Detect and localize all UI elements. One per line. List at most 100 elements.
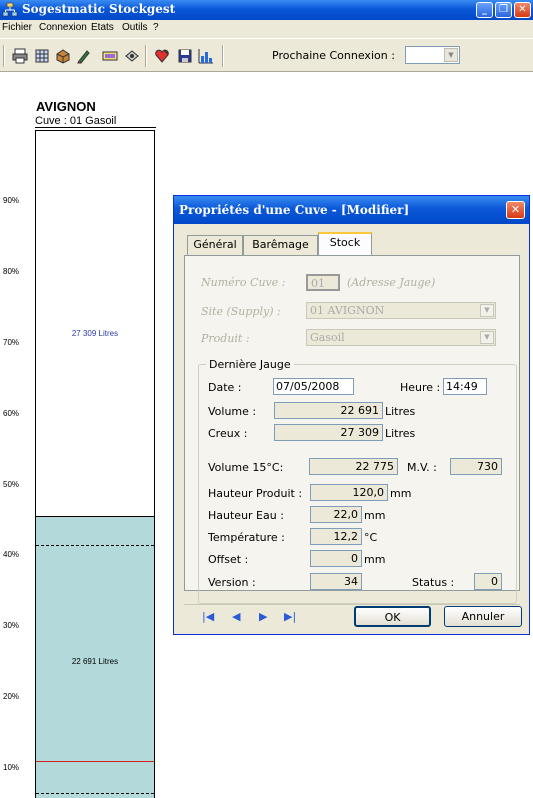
site-supply-label: Site (Supply) : bbox=[201, 305, 281, 318]
dialog-titlebar: Propriétés d'une Cuve - [Modifier] ✕ bbox=[174, 196, 529, 224]
status-field: 0 bbox=[474, 573, 502, 590]
creux-field: 27 309 bbox=[274, 424, 383, 441]
next-record-button[interactable]: ▶ bbox=[259, 610, 267, 623]
disk-icon[interactable] bbox=[124, 48, 140, 64]
creux-unit: Litres bbox=[385, 427, 416, 440]
chevron-down-icon[interactable]: ▼ bbox=[444, 48, 458, 62]
derniere-jauge-title: Dernière Jauge bbox=[206, 358, 294, 371]
status-label: Status : bbox=[412, 576, 455, 589]
version-label: Version : bbox=[208, 576, 256, 589]
temperature-label: Température : bbox=[208, 531, 285, 544]
previous-record-button[interactable]: ◀ bbox=[232, 610, 240, 623]
tank-subtitle: Cuve : 01 Gasoil bbox=[35, 115, 117, 127]
divider bbox=[184, 604, 520, 605]
toolbar-separator bbox=[145, 45, 147, 67]
volume-15c-label: Volume 15°C: bbox=[208, 461, 284, 474]
dialog-close-button[interactable]: ✕ bbox=[506, 201, 525, 219]
menu-outils[interactable]: Outils bbox=[122, 22, 148, 33]
version-field: 34 bbox=[310, 573, 362, 590]
close-button[interactable]: ✕ bbox=[514, 2, 531, 18]
volume-label: Volume : bbox=[208, 405, 257, 418]
tank-gauge bbox=[35, 130, 155, 798]
app-network-icon bbox=[2, 2, 18, 17]
produit-value: Gasoil bbox=[310, 331, 345, 344]
tank-properties-dialog: Propriétés d'une Cuve - [Modifier] ✕ Gén… bbox=[173, 195, 530, 635]
threshold-line bbox=[36, 545, 154, 546]
maximize-button[interactable]: ❐ bbox=[495, 2, 512, 18]
volume-15c-field: 22 775 bbox=[309, 458, 398, 475]
offset-label: Offset : bbox=[208, 553, 249, 566]
window-titlebar: Sogestmatic Stockgest _ ❐ ✕ bbox=[0, 0, 533, 20]
toolbar: Prochaine Connexion : ▼ bbox=[0, 38, 533, 72]
hauteur-eau-field: 22,0 bbox=[310, 506, 362, 523]
next-connection-label: Prochaine Connexion : bbox=[272, 49, 395, 62]
numero-cuve-label: Numéro Cuve : bbox=[201, 276, 286, 289]
pen-icon[interactable] bbox=[76, 48, 92, 64]
print-icon[interactable] bbox=[12, 48, 28, 64]
mv-label: M.V. : bbox=[407, 461, 437, 474]
heure-field[interactable]: 14:49 bbox=[443, 378, 487, 395]
last-record-button[interactable]: ▶| bbox=[284, 610, 296, 623]
tab-general[interactable]: Général bbox=[187, 235, 243, 255]
tank-tick-label: 70% bbox=[3, 337, 20, 347]
cancel-button[interactable]: Annuler bbox=[444, 606, 522, 627]
dialog-title: Propriétés d'une Cuve - [Modifier] bbox=[179, 203, 410, 217]
tank-tick-label: 80% bbox=[3, 266, 20, 276]
creux-label: Creux : bbox=[208, 427, 248, 440]
date-label: Date : bbox=[208, 381, 242, 394]
low-level-line bbox=[36, 761, 154, 762]
offset-field: 0 bbox=[310, 550, 362, 567]
volume-field: 22 691 bbox=[274, 402, 383, 419]
chart-icon[interactable] bbox=[198, 48, 214, 64]
tank-tick-label: 30% bbox=[3, 621, 20, 631]
mv-field: 730 bbox=[450, 458, 502, 475]
hauteur-produit-unit: mm bbox=[390, 487, 412, 500]
tank-tick-label: 50% bbox=[3, 479, 20, 489]
volume-unit: Litres bbox=[385, 405, 416, 418]
chevron-down-icon[interactable]: ▼ bbox=[480, 304, 494, 317]
threshold-line bbox=[36, 793, 154, 794]
tab-stock[interactable]: Stock bbox=[318, 232, 372, 255]
site-name: AVIGNON bbox=[36, 99, 96, 114]
tank-icon[interactable] bbox=[55, 48, 71, 64]
menu-connexion[interactable]: Connexion bbox=[39, 22, 87, 33]
tank-tick-label: 90% bbox=[3, 195, 20, 205]
tank-tick-label: 10% bbox=[3, 763, 20, 773]
tab-baremage[interactable]: Barêmage bbox=[243, 235, 318, 255]
tank-tick-label: 20% bbox=[3, 692, 20, 702]
menu-help[interactable]: ? bbox=[153, 22, 159, 33]
numero-cuve-field[interactable]: 01 bbox=[306, 274, 340, 291]
adresse-jauge-label: (Adresse Jauge) bbox=[347, 276, 436, 289]
heart-icon[interactable] bbox=[154, 48, 170, 64]
empty-volume-label: 27 309 Litres bbox=[71, 329, 119, 338]
display-icon[interactable] bbox=[102, 48, 118, 64]
next-connection-select[interactable]: ▼ bbox=[405, 46, 460, 64]
divider bbox=[35, 127, 156, 128]
site-supply-value: 01 AVIGNON bbox=[310, 304, 385, 317]
tank-tick-label: 60% bbox=[3, 408, 20, 418]
menu-fichier[interactable]: Fichier bbox=[2, 22, 32, 33]
toolbar-separator bbox=[222, 45, 224, 67]
hauteur-eau-label: Hauteur Eau : bbox=[208, 509, 284, 522]
save-icon[interactable] bbox=[177, 48, 193, 64]
first-record-button[interactable]: |◀ bbox=[202, 610, 214, 623]
temperature-field: 12,2 bbox=[310, 528, 362, 545]
volume-label: 22 691 Litres bbox=[71, 657, 119, 666]
offset-unit: mm bbox=[364, 553, 386, 566]
site-supply-select[interactable]: 01 AVIGNON ▼ bbox=[306, 302, 496, 319]
heure-label: Heure : bbox=[400, 381, 441, 394]
minimize-button[interactable]: _ bbox=[476, 2, 493, 18]
date-field[interactable]: 07/05/2008 bbox=[273, 378, 354, 395]
toolbar-grip bbox=[3, 45, 5, 67]
hauteur-produit-label: Hauteur Produit : bbox=[208, 487, 303, 500]
menu-bar: Fichier Connexion Etats Outils ? bbox=[0, 20, 533, 38]
tank-tick-label: 40% bbox=[3, 550, 20, 560]
menu-etats[interactable]: Etats bbox=[91, 22, 114, 33]
database-icon[interactable] bbox=[34, 48, 50, 64]
produit-select[interactable]: Gasoil ▼ bbox=[306, 329, 496, 346]
ok-button[interactable]: OK bbox=[354, 606, 431, 627]
temperature-unit: °C bbox=[364, 531, 378, 544]
chevron-down-icon[interactable]: ▼ bbox=[480, 331, 494, 344]
produit-label: Produit : bbox=[201, 332, 250, 345]
window-title: Sogestmatic Stockgest bbox=[22, 2, 176, 16]
